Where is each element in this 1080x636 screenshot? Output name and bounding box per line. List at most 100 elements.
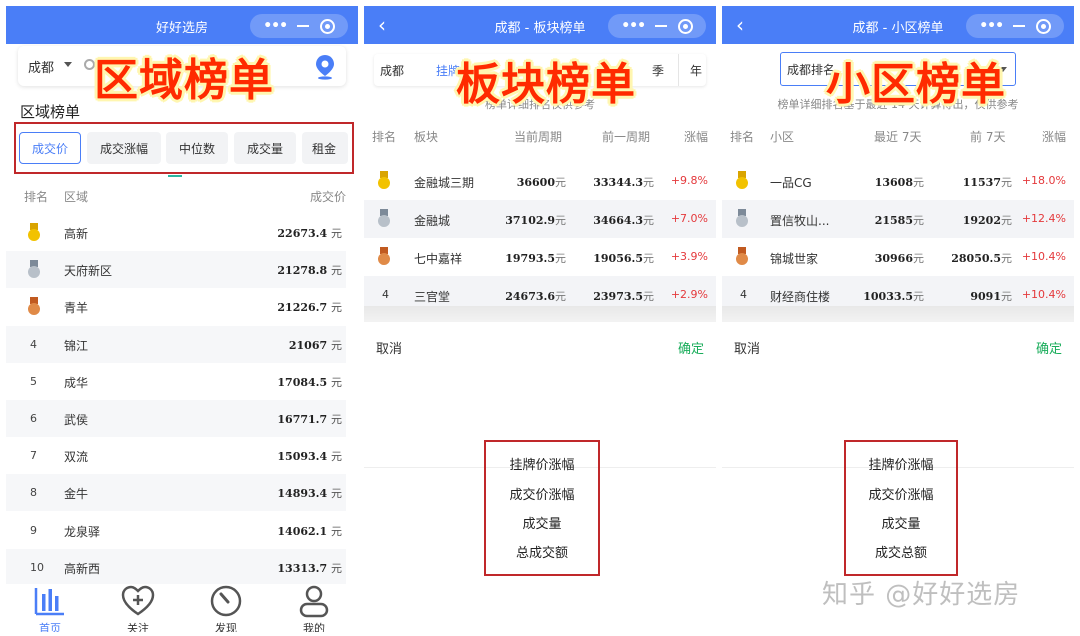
minimize-icon[interactable]	[297, 25, 310, 27]
nav-home-label: 首页	[39, 622, 61, 632]
table-row[interactable]: 7 双流 15093.4 元	[6, 437, 346, 474]
prev-price-value: 11537	[962, 176, 1001, 189]
title-bar: ‹ 成都 - 小区榜单 •••	[722, 6, 1074, 44]
price-unit: 元	[913, 252, 924, 265]
change-rate: +18.0%	[1021, 174, 1066, 187]
medal-icon	[378, 209, 390, 227]
close-target-icon[interactable]	[677, 18, 693, 34]
medal-icon	[28, 223, 40, 241]
compass-icon	[210, 585, 242, 617]
confirm-button[interactable]: 确定	[1036, 338, 1062, 357]
table-row[interactable]: 一品CG 13608元 11537元 +18.0%	[722, 162, 1074, 200]
deal-price-value: 16771.7	[277, 413, 328, 426]
table-row[interactable]: 天府新区 21278.8 元	[6, 251, 346, 289]
minimize-icon[interactable]	[655, 25, 668, 27]
cancel-button[interactable]: 取消	[376, 338, 402, 357]
table-row[interactable]: 青羊 21226.7 元	[6, 288, 346, 325]
table-row[interactable]: 七中嘉祥 19793.5元 19056.5元 +3.9%	[364, 238, 716, 276]
season-filter[interactable]: 季	[652, 62, 664, 79]
table-row[interactable]: 9 龙泉驿 14062.1 元	[6, 512, 346, 549]
option-listing-growth[interactable]: 挂牌价涨幅	[846, 454, 956, 473]
confirm-button[interactable]: 确定	[678, 338, 704, 357]
block-name: 金融城三期	[414, 176, 475, 190]
price-unit: 元	[331, 227, 342, 240]
previous-price: 33344.3元	[593, 174, 654, 190]
deal-price: 17084.5 元	[277, 374, 342, 390]
deal-price: 21278.8 元	[277, 262, 342, 278]
table-row[interactable]: 6 武侯 16771.7 元	[6, 400, 346, 437]
minimize-icon[interactable]	[1013, 25, 1026, 27]
table-row[interactable]: 4 锦江 21067 元	[6, 325, 346, 363]
city-selector[interactable]: 成都	[28, 57, 54, 76]
deal-price-value: 21226.7	[277, 301, 328, 315]
close-target-icon[interactable]	[319, 18, 335, 34]
price-unit: 元	[643, 176, 654, 189]
zhihu-watermark: 知乎 @好好选房	[822, 580, 1021, 610]
prev-price: 9091元	[970, 288, 1012, 304]
tab-volume[interactable]: 成交量	[234, 132, 296, 164]
nav-follow[interactable]: 关注	[108, 584, 168, 632]
more-icon[interactable]: •••	[621, 18, 646, 34]
previous-price-value: 34664.3	[593, 214, 643, 227]
nav-home[interactable]: 首页	[20, 584, 80, 632]
nav-mine[interactable]: 我的	[284, 584, 344, 632]
nav-discover[interactable]: 发现	[196, 584, 256, 632]
deal-price: 13313.7 元	[277, 560, 342, 576]
cancel-button[interactable]: 取消	[734, 338, 760, 357]
option-volume[interactable]: 成交量	[486, 513, 598, 532]
table-row[interactable]: 金融城 37102.9元 34664.3元 +7.0%	[364, 200, 716, 238]
table-header: 排名 小区 最近 7天 前 7天 涨幅	[722, 128, 1074, 154]
area-name: 双流	[64, 450, 89, 465]
table-row[interactable]: 锦城世家 30966元 28050.5元 +10.4%	[722, 238, 1074, 276]
chevron-down-icon	[64, 62, 72, 67]
header-current: 当前周期	[514, 130, 563, 144]
deal-price: 22673.4 元	[277, 225, 342, 241]
table-row[interactable]: 5 成华 17084.5 元	[6, 363, 346, 400]
header-change: 涨幅	[683, 130, 708, 144]
header-price: 成交价	[309, 190, 346, 204]
table-row[interactable]: 置信牧山... 21585元 19202元 +12.4%	[722, 200, 1074, 238]
option-volume[interactable]: 成交量	[846, 513, 956, 532]
price-unit: 元	[331, 264, 342, 278]
current-price-value: 19793.5	[505, 252, 555, 265]
prev-price: 28050.5元	[951, 250, 1012, 266]
price-unit: 元	[331, 375, 342, 389]
mini-program-capsule[interactable]: •••	[966, 14, 1064, 38]
option-deal-growth[interactable]: 成交价涨幅	[486, 484, 598, 503]
nav-follow-label: 关注	[127, 622, 149, 632]
more-icon[interactable]: •••	[263, 18, 288, 34]
previous-price-value: 33344.3	[593, 176, 643, 189]
previous-price: 34664.3元	[593, 212, 654, 228]
recent-price: 10033.5元	[863, 288, 924, 304]
option-total-amount[interactable]: 总成交额	[486, 542, 598, 561]
table-row[interactable]: 高新 22673.4 元	[6, 214, 346, 251]
section-title: 区域榜单	[20, 103, 81, 121]
option-total-amount[interactable]: 成交总额	[846, 542, 956, 561]
tab-rent[interactable]: 租金	[302, 132, 348, 164]
table-row[interactable]: 10 高新西 13313.7 元	[6, 548, 346, 586]
table-row[interactable]: 金融城三期 36600元 33344.3元 +9.8%	[364, 162, 716, 200]
price-unit: 元	[555, 252, 566, 265]
option-deal-growth[interactable]: 成交价涨幅	[846, 484, 956, 503]
year-filter[interactable]: 年	[690, 62, 702, 79]
header-rank: 排名	[372, 130, 397, 144]
price-unit: 元	[643, 252, 654, 265]
option-listing-growth[interactable]: 挂牌价涨幅	[486, 454, 598, 473]
tab-deal-growth[interactable]: 成交涨幅	[87, 132, 161, 164]
tab-median[interactable]: 中位数	[166, 132, 228, 164]
change-rate: +10.4%	[1021, 250, 1066, 263]
deal-price-value: 22673.4	[277, 227, 328, 240]
mini-program-capsule[interactable]: •••	[608, 14, 706, 38]
mini-program-capsule[interactable]: •••	[250, 14, 348, 38]
current-price-value: 24673.6	[505, 290, 555, 303]
close-target-icon[interactable]	[1035, 18, 1051, 34]
price-unit: 元	[555, 214, 566, 227]
tab-deal-price[interactable]: 成交价	[19, 132, 81, 164]
city-filter[interactable]: 成都	[380, 62, 404, 79]
more-icon[interactable]: •••	[979, 18, 1004, 34]
location-pin-icon[interactable]	[314, 54, 336, 80]
nav-discover-label: 发现	[215, 622, 237, 632]
area-name: 天府新区	[64, 264, 113, 279]
header-area: 区域	[64, 190, 89, 204]
table-row[interactable]: 8 金牛 14893.4 元	[6, 474, 346, 512]
